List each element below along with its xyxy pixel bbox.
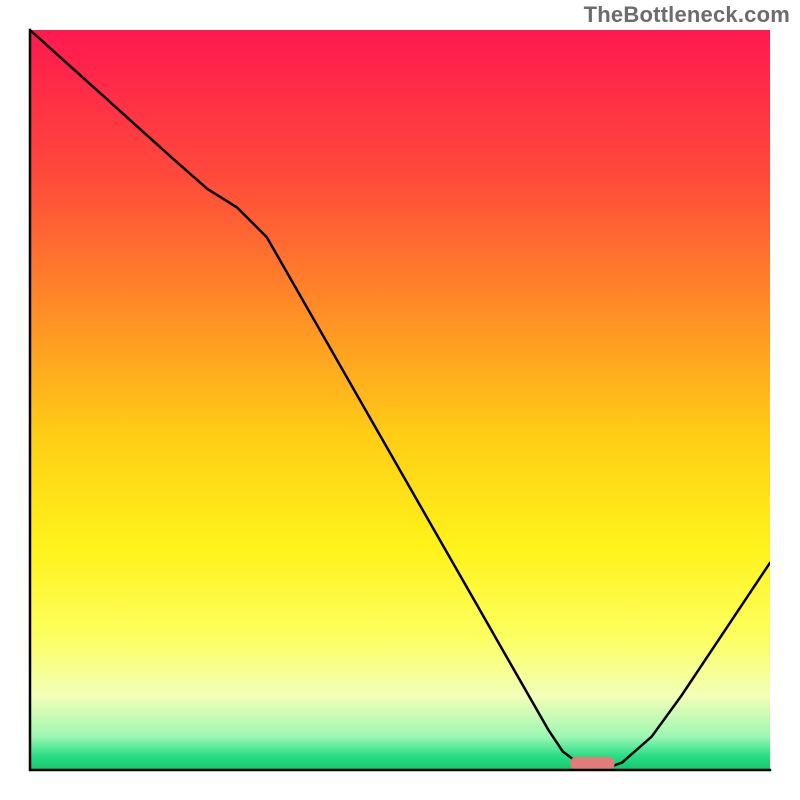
watermark-label: TheBottleneck.com	[584, 2, 790, 28]
optimal-marker	[570, 757, 614, 770]
gradient-background	[30, 30, 770, 770]
chart-container: TheBottleneck.com	[0, 0, 800, 800]
bottleneck-chart	[0, 0, 800, 800]
